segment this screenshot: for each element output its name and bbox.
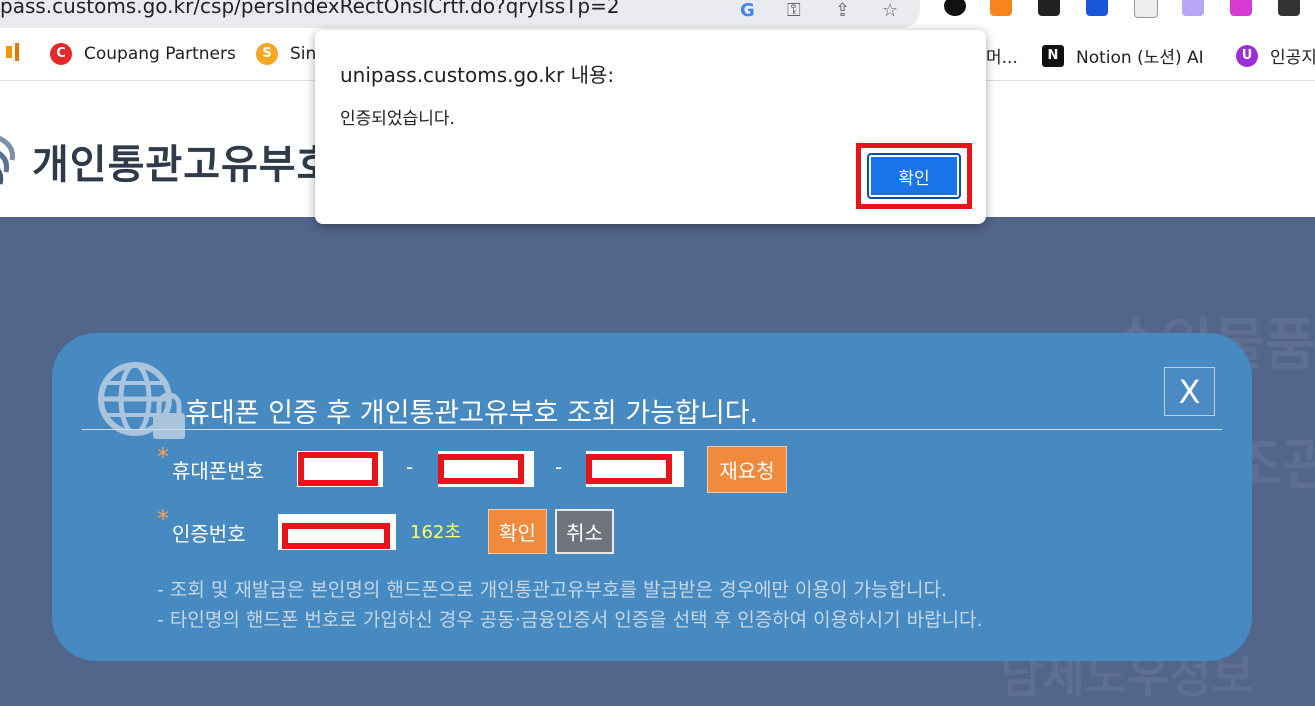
phone-separator: - [406, 455, 414, 479]
timer-text: 162초 [410, 522, 461, 543]
bookmark-label: Sin [290, 44, 317, 64]
bookmark-label: 머... [986, 48, 1018, 68]
phone-verification-panel: 휴대폰 인증 후 개인통관고유부호 조회 가능합니다. X * 휴대폰번호 - … [52, 333, 1252, 661]
required-mark: * [157, 443, 169, 471]
analytics-icon [15, 43, 19, 61]
panel-title: 휴대폰 인증 후 개인통관고유부호 조회 가능합니다. [185, 398, 759, 429]
extension-cloud-icon[interactable] [1182, 0, 1204, 16]
phone-label: 휴대폰번호 [172, 459, 264, 483]
extension-blue-icon[interactable] [1086, 0, 1108, 16]
metamask-icon[interactable] [990, 0, 1012, 16]
address-text[interactable]: pass.customs.go.kr/csp/persIndexRectOnsl… [0, 0, 620, 18]
bookmark-ai[interactable]: U 인공지 [1236, 43, 1315, 68]
redaction-box [282, 523, 390, 549]
bookmark-label: Coupang Partners [84, 44, 236, 64]
extension-shield-icon[interactable] [1038, 0, 1060, 16]
bookmark-notion[interactable]: N Notion (노션) AI [1042, 43, 1204, 68]
redaction-box [438, 454, 524, 484]
required-mark: * [157, 505, 169, 533]
close-button[interactable]: X [1164, 367, 1215, 416]
phone-separator: - [555, 455, 563, 479]
alert-dialog: unipass.customs.go.kr 내용: 인증되었습니다. 확인 [315, 30, 986, 224]
google-icon[interactable]: G [740, 0, 755, 21]
notice-text: - 타인명의 핸드폰 번호로 가입하신 경우 공동·금융인증서 인증을 선택 후… [157, 609, 983, 631]
coupang-icon: C [50, 43, 72, 65]
extension-pink-icon[interactable] [1230, 0, 1252, 16]
extension-heart-icon[interactable] [944, 0, 966, 16]
bookmark-analytics[interactable] [6, 43, 19, 61]
site-logo-text: 개인통관고유부호 [32, 142, 335, 188]
divider [82, 429, 1222, 430]
address-bar[interactable]: pass.customs.go.kr/csp/persIndexRectOnsl… [0, 0, 920, 28]
alert-title: unipass.customs.go.kr 내용: [340, 63, 615, 87]
bookmark-sin[interactable]: S Sin [256, 43, 316, 65]
bookmark-coupang[interactable]: C Coupang Partners [50, 43, 236, 65]
extension-m-icon[interactable] [1278, 0, 1300, 16]
bookmark-s-icon: S [256, 43, 278, 65]
key-icon[interactable]: ⚿ [787, 0, 801, 21]
confirm-button[interactable]: 확인 [488, 509, 547, 554]
code-label: 인증번호 [172, 522, 246, 546]
alert-ok-button[interactable]: 확인 [867, 153, 961, 199]
redaction-box [298, 452, 378, 486]
browser-toolbar: pass.customs.go.kr/csp/persIndexRectOnsl… [0, 0, 1315, 30]
cancel-button[interactable]: 취소 [555, 509, 614, 554]
notice-text: - 조회 및 재발급은 본인명의 핸드폰으로 개인통관고유부호를 발급받은 경우… [157, 579, 947, 601]
resend-button[interactable]: 재요청 [707, 446, 787, 493]
bookmark-label: 인공지 [1270, 48, 1315, 68]
extension-download-icon[interactable] [1134, 0, 1158, 18]
notion-icon: N [1042, 44, 1064, 67]
redaction-box [586, 454, 672, 484]
alert-message: 인증되었습니다. [340, 109, 455, 129]
bookmark-label: Notion (노션) AI [1076, 48, 1204, 68]
customs-logo-icon [0, 135, 15, 185]
bookmark-truncated[interactable]: 머... [986, 43, 1018, 68]
share-icon[interactable]: ⇪ [835, 0, 850, 21]
bookmark-u-icon: U [1236, 44, 1258, 67]
star-icon[interactable]: ☆ [882, 0, 898, 21]
